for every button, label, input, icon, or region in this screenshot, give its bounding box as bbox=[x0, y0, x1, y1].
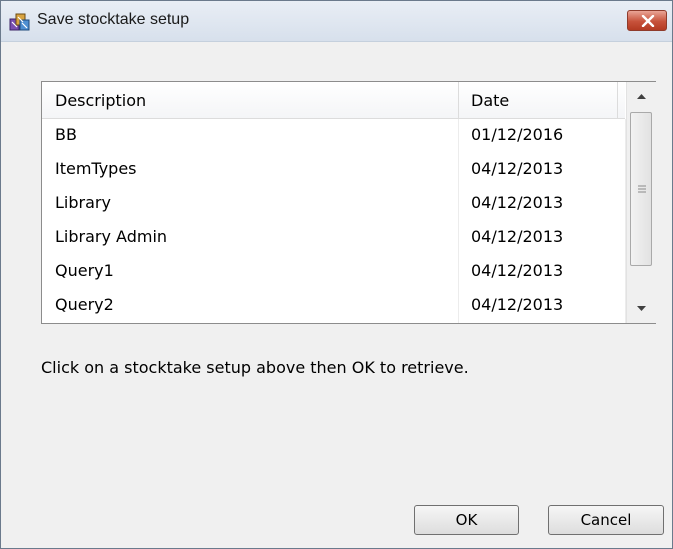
scroll-up-button[interactable] bbox=[627, 82, 656, 110]
arrow-down-icon bbox=[637, 306, 646, 311]
row-description: BB bbox=[55, 125, 77, 144]
row-date: 04/12/2013 bbox=[471, 159, 564, 178]
row-date: 04/12/2013 bbox=[471, 295, 564, 314]
table-row[interactable]: BB 01/12/2016 bbox=[42, 119, 625, 153]
row-description: Library bbox=[55, 193, 111, 212]
ok-button[interactable]: OK bbox=[414, 505, 519, 535]
column-divider[interactable] bbox=[617, 82, 618, 118]
table-row[interactable]: Library 04/12/2013 bbox=[42, 187, 625, 221]
column-header-date[interactable]: Date bbox=[471, 91, 509, 110]
title-bar[interactable]: Save stocktake setup bbox=[1, 1, 672, 42]
scroll-down-button[interactable] bbox=[627, 295, 656, 323]
table-row[interactable]: Query2 04/12/2013 bbox=[42, 289, 625, 323]
table-row[interactable]: ItemTypes 04/12/2013 bbox=[42, 153, 625, 187]
arrow-up-icon bbox=[637, 94, 646, 99]
dialog-window: Save stocktake setup Description Date BB… bbox=[0, 0, 673, 549]
window-title: Save stocktake setup bbox=[37, 11, 190, 28]
row-date: 04/12/2013 bbox=[471, 193, 564, 212]
app-icon bbox=[9, 10, 31, 32]
row-date: 01/12/2016 bbox=[471, 125, 564, 144]
table-row[interactable]: Library Admin 04/12/2013 bbox=[42, 221, 625, 255]
row-date: 04/12/2013 bbox=[471, 261, 564, 280]
scrollbar-thumb[interactable] bbox=[630, 112, 652, 266]
close-button[interactable] bbox=[627, 10, 667, 31]
row-description: Query1 bbox=[55, 261, 114, 280]
close-icon bbox=[641, 15, 655, 27]
setup-list[interactable]: Description Date BB 01/12/2016 ItemTypes… bbox=[41, 81, 656, 324]
grip-icon bbox=[638, 185, 646, 193]
row-description: Query2 bbox=[55, 295, 114, 314]
list-rows: BB 01/12/2016 ItemTypes 04/12/2013 Libra… bbox=[42, 119, 625, 323]
row-description: Library Admin bbox=[55, 227, 168, 246]
column-divider[interactable] bbox=[458, 82, 459, 118]
cancel-button[interactable]: Cancel bbox=[548, 505, 664, 535]
column-header-description[interactable]: Description bbox=[55, 91, 146, 110]
vertical-scrollbar[interactable] bbox=[626, 82, 656, 323]
instruction-text: Click on a stocktake setup above then OK… bbox=[41, 358, 469, 377]
row-description: ItemTypes bbox=[55, 159, 137, 178]
row-date: 04/12/2013 bbox=[471, 227, 564, 246]
list-header: Description Date bbox=[42, 82, 625, 119]
table-row[interactable]: Query1 04/12/2013 bbox=[42, 255, 625, 289]
